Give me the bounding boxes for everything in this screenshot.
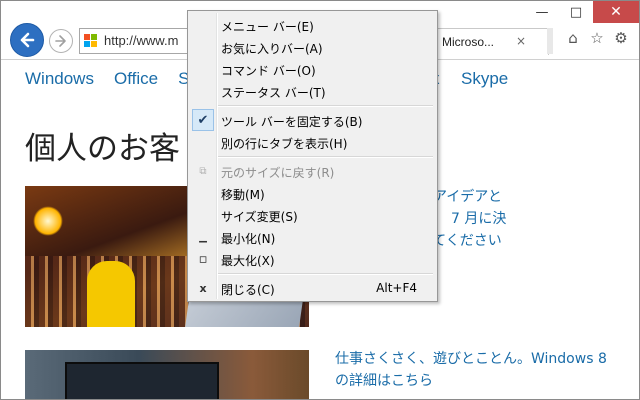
menu-item-maximize[interactable]: ▫ 最大化(X) [190, 248, 435, 270]
menu-separator [218, 105, 433, 107]
menu-item-restore: ⧉ 元のサイズに戻す(R) [190, 160, 435, 182]
menu-item-tabs-separate-row[interactable]: 別の行にタブを表示(H) [190, 131, 435, 153]
stage-light [33, 206, 63, 236]
tablet-graphic [65, 362, 219, 399]
site-nav: Windows Office S [25, 69, 209, 89]
close-button[interactable]: ✕ [593, 1, 639, 23]
menu-item-label: サイズ変更(S) [221, 210, 298, 224]
menu-item-status-bar[interactable]: ステータス バー(T) [190, 80, 435, 102]
restore-button[interactable]: □ [559, 1, 593, 23]
browser-window: — □ ✕ http://www.m Microso... × ⌂ ☆ ⚙ Wi… [0, 0, 640, 400]
menu-item-resize[interactable]: サイズ変更(S) [190, 204, 435, 226]
menu-item-favorites-bar[interactable]: お気に入りバー(A) [190, 36, 435, 58]
nav-link-skype[interactable]: Skype [461, 69, 508, 89]
maximize-icon: ▫ [198, 251, 208, 267]
tab-close-icon[interactable]: × [516, 34, 526, 48]
person-graphic [87, 261, 135, 327]
browser-tools: ⌂ ☆ ⚙ [565, 29, 629, 47]
promo-text-2[interactable]: 仕事さくさく、遊びとことん。Windows 8 の詳細はこちら [335, 348, 607, 392]
home-icon[interactable]: ⌂ [565, 29, 581, 47]
minimize-button[interactable]: — [525, 1, 559, 23]
menu-item-close[interactable]: x 閉じる(C) Alt+F4 [190, 277, 435, 299]
menu-item-lock-toolbars[interactable]: ✔ ツール バーを固定する(B) [190, 109, 435, 131]
address-text: http://www.m [104, 33, 179, 48]
promo2-line: の詳細はこちら [335, 373, 433, 389]
page-heading: 個人のお客 [25, 131, 180, 167]
star-icon[interactable]: ☆ [589, 29, 605, 47]
menu-item-label: ステータス バー(T) [221, 86, 326, 100]
checkmark-icon: ✔ [192, 109, 214, 131]
tab-title: Microso... [442, 35, 495, 49]
menu-item-label: コマンド バー(O) [221, 64, 316, 78]
menu-item-command-bar[interactable]: コマンド バー(O) [190, 58, 435, 80]
new-tab-area[interactable] [547, 28, 553, 54]
menu-item-label: 最小化(N) [221, 232, 276, 246]
menu-item-label: 別の行にタブを表示(H) [221, 137, 348, 151]
back-arrow-icon [20, 32, 35, 48]
back-button[interactable] [10, 23, 44, 57]
menu-item-minimize[interactable]: ▁ 最小化(N) [190, 226, 435, 248]
menu-item-label: 閉じる(C) [221, 283, 275, 297]
promo2-line: 仕事さくさく、遊びとことん。Windows 8 [335, 351, 607, 367]
minimize-icon: ▁ [199, 231, 207, 243]
menu-item-label: ツール バーを固定する(B) [221, 115, 363, 129]
menu-separator [218, 156, 433, 158]
menu-item-label: 最大化(X) [221, 254, 275, 268]
menu-item-label: 移動(M) [221, 188, 265, 202]
restore-icon: ⧉ [199, 165, 207, 177]
close-icon: x [199, 281, 207, 295]
forward-button[interactable] [49, 29, 73, 53]
window-controls: — □ ✕ [525, 1, 639, 23]
menu-item-accelerator: Alt+F4 [376, 281, 417, 295]
nav-link-windows[interactable]: Windows [25, 69, 94, 89]
toolbar-context-menu: メニュー バー(E) お気に入りバー(A) コマンド バー(O) ステータス バ… [187, 10, 438, 302]
microsoft-logo-icon [84, 34, 98, 48]
tab-microsoft[interactable]: Microso... × [437, 28, 549, 55]
promo-image-windows8[interactable] [25, 350, 309, 399]
nav-link-office[interactable]: Office [114, 69, 158, 89]
menu-item-label: 元のサイズに戻す(R) [221, 166, 335, 180]
address-bar[interactable]: http://www.m [79, 28, 189, 54]
menu-separator [218, 273, 433, 275]
menu-item-label: メニュー バー(E) [221, 20, 314, 34]
gear-icon[interactable]: ⚙ [613, 29, 629, 47]
forward-arrow-icon [55, 35, 66, 47]
menu-item-label: お気に入りバー(A) [221, 42, 323, 56]
menu-item-menu-bar[interactable]: メニュー バー(E) [190, 14, 435, 36]
menu-item-move[interactable]: 移動(M) [190, 182, 435, 204]
